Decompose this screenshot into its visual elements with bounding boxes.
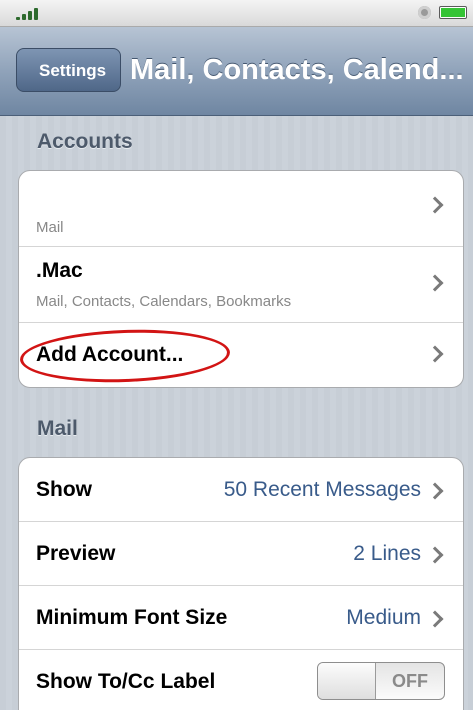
signal-bars-icon xyxy=(16,6,46,20)
chevron-right-icon xyxy=(426,345,444,363)
chevron-right-icon xyxy=(426,482,444,500)
preview-value: 2 Lines xyxy=(353,542,421,565)
chevron-right-icon xyxy=(426,274,444,292)
minimum-font-size-value: Medium xyxy=(346,606,421,629)
show-row[interactable]: Show 50 Recent Messages xyxy=(19,458,463,522)
account-subtitle: Mail, Contacts, Calendars, Bookmarks xyxy=(36,293,292,310)
chevron-right-icon xyxy=(426,196,444,214)
back-button-label: Settings xyxy=(39,61,107,80)
show-to-cc-label: Show To/Cc Label xyxy=(36,670,216,693)
battery-icon xyxy=(439,6,467,19)
minimum-font-size-row[interactable]: Minimum Font Size Medium xyxy=(19,586,463,650)
chevron-right-icon xyxy=(426,610,444,628)
account-title: .Mac xyxy=(36,259,83,282)
toggle-knob[interactable] xyxy=(318,663,376,699)
account-subtitle: Mail xyxy=(36,219,64,236)
screen: Settings Mail, Contacts, Calend... Accou… xyxy=(0,0,473,710)
show-to-cc-toggle[interactable]: OFF xyxy=(317,662,445,700)
account-row-mail[interactable]: Mail xyxy=(19,171,463,247)
mail-section-header: Mail xyxy=(37,417,78,440)
show-to-cc-label-row: Show To/Cc Label OFF xyxy=(19,650,463,710)
chevron-right-icon xyxy=(426,546,444,564)
show-value: 50 Recent Messages xyxy=(223,478,421,501)
navigation-bar: Settings Mail, Contacts, Calend... xyxy=(0,27,473,116)
show-label: Show xyxy=(36,478,92,501)
back-button[interactable]: Settings xyxy=(16,48,122,92)
accounts-section-header: Accounts xyxy=(37,130,133,153)
minimum-font-size-label: Minimum Font Size xyxy=(36,606,228,629)
mail-settings-group: Show 50 Recent Messages Preview 2 Lines … xyxy=(18,457,464,710)
status-bar xyxy=(0,0,473,27)
account-row-mac[interactable]: .Mac Mail, Contacts, Calendars, Bookmark… xyxy=(19,247,463,323)
toggle-state: OFF xyxy=(392,671,428,691)
preview-row[interactable]: Preview 2 Lines xyxy=(19,522,463,586)
page-title: Mail, Contacts, Calend... xyxy=(130,54,464,86)
preview-label: Preview xyxy=(36,542,116,565)
sync-icon xyxy=(418,6,431,19)
